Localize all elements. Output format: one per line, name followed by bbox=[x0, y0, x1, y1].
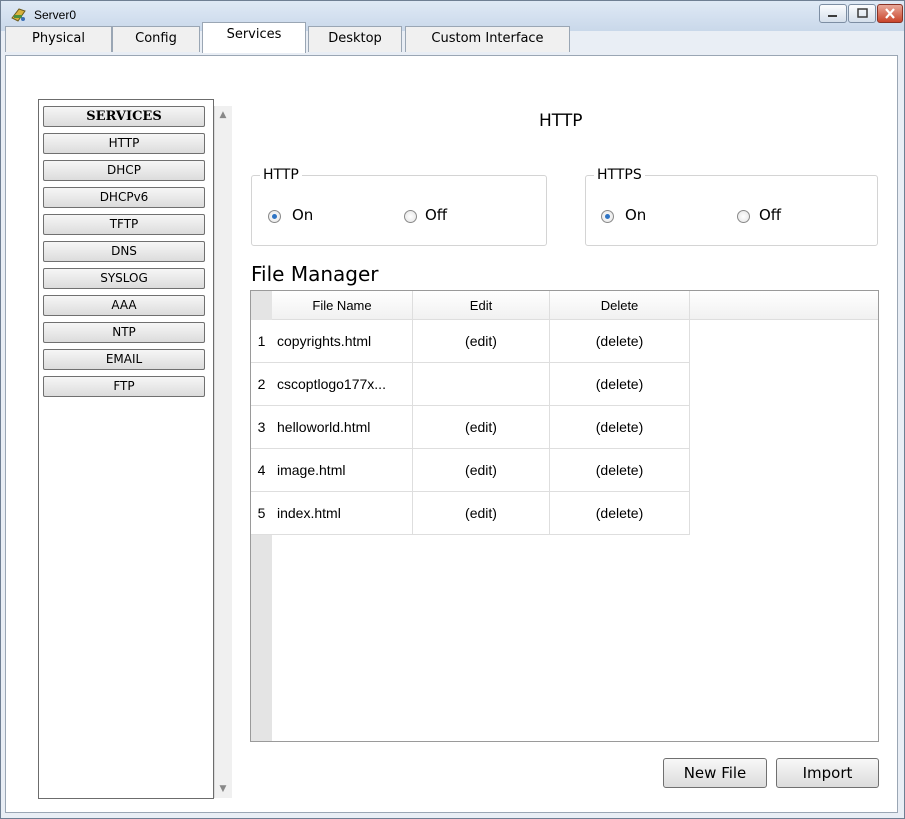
service-ftp-button[interactable]: FTP bbox=[43, 376, 205, 397]
http-on-radio[interactable] bbox=[268, 210, 281, 223]
service-dns-button[interactable]: DNS bbox=[43, 241, 205, 262]
edit-link[interactable]: (edit) bbox=[413, 492, 550, 535]
row-number: 3 bbox=[251, 406, 272, 449]
delete-link[interactable]: (delete) bbox=[550, 320, 690, 363]
service-dhcpv6-button[interactable]: DHCPv6 bbox=[43, 187, 205, 208]
https-off-radio[interactable] bbox=[737, 210, 750, 223]
http-off-label: Off bbox=[425, 206, 448, 224]
file-name-cell[interactable]: index.html bbox=[272, 492, 413, 535]
tab-config[interactable]: Config bbox=[112, 26, 200, 52]
delete-link[interactable]: (delete) bbox=[550, 492, 690, 535]
service-syslog-button[interactable]: SYSLOG bbox=[43, 268, 205, 289]
row-number: 2 bbox=[251, 363, 272, 406]
file-manager-table: File Name Edit Delete 1 copyrights.html … bbox=[250, 290, 879, 742]
file-name-cell[interactable]: cscoptlogo177x... bbox=[272, 363, 413, 406]
close-button[interactable] bbox=[877, 4, 903, 23]
service-heading: HTTP bbox=[539, 111, 583, 131]
http-on-label: On bbox=[292, 206, 314, 224]
tab-services[interactable]: Services bbox=[202, 22, 306, 53]
services-scrollbar[interactable]: ▲ ▼ bbox=[214, 106, 232, 798]
https-on-label: On bbox=[625, 206, 647, 224]
close-icon bbox=[885, 8, 895, 19]
tab-desktop[interactable]: Desktop bbox=[308, 26, 402, 52]
new-file-button[interactable]: New File bbox=[663, 758, 767, 788]
maximize-icon bbox=[857, 8, 868, 18]
scroll-up-icon[interactable]: ▲ bbox=[218, 110, 228, 120]
window-title: Server0 bbox=[34, 8, 77, 22]
services-list: SERVICES HTTP DHCP DHCPv6 TFTP DNS SYSLO… bbox=[38, 99, 214, 799]
https-group-title: HTTPS bbox=[594, 167, 645, 183]
tab-physical[interactable]: Physical bbox=[5, 26, 112, 52]
row-number: 4 bbox=[251, 449, 272, 492]
service-aaa-button[interactable]: AAA bbox=[43, 295, 205, 316]
delete-link[interactable]: (delete) bbox=[550, 449, 690, 492]
edit-link[interactable]: (edit) bbox=[413, 449, 550, 492]
file-name-cell[interactable]: image.html bbox=[272, 449, 413, 492]
column-header-edit[interactable]: Edit bbox=[413, 291, 550, 320]
delete-link[interactable]: (delete) bbox=[550, 363, 690, 406]
column-header-file-name[interactable]: File Name bbox=[272, 291, 413, 320]
import-button[interactable]: Import bbox=[776, 758, 879, 788]
file-name-cell[interactable]: helloworld.html bbox=[272, 406, 413, 449]
https-off-label: Off bbox=[759, 206, 782, 224]
minimize-icon bbox=[828, 15, 837, 17]
delete-link[interactable]: (delete) bbox=[550, 406, 690, 449]
edit-link[interactable]: (edit) bbox=[413, 320, 550, 363]
server-app-icon bbox=[11, 8, 26, 22]
edit-cell-empty bbox=[413, 363, 550, 406]
minimize-button[interactable] bbox=[819, 4, 847, 23]
service-email-button[interactable]: EMAIL bbox=[43, 349, 205, 370]
edit-link[interactable]: (edit) bbox=[413, 406, 550, 449]
scroll-down-icon[interactable]: ▼ bbox=[218, 784, 228, 794]
file-manager-title: File Manager bbox=[251, 262, 379, 286]
https-on-radio[interactable] bbox=[601, 210, 614, 223]
tab-custom-interface[interactable]: Custom Interface bbox=[405, 26, 570, 52]
service-tftp-button[interactable]: TFTP bbox=[43, 214, 205, 235]
http-off-radio[interactable] bbox=[404, 210, 417, 223]
file-name-cell[interactable]: copyrights.html bbox=[272, 320, 413, 363]
service-http-button[interactable]: HTTP bbox=[43, 133, 205, 154]
service-dhcp-button[interactable]: DHCP bbox=[43, 160, 205, 181]
row-number: 5 bbox=[251, 492, 272, 535]
column-header-delete[interactable]: Delete bbox=[550, 291, 690, 320]
services-header: SERVICES bbox=[43, 106, 205, 127]
row-number: 1 bbox=[251, 320, 272, 363]
service-ntp-button[interactable]: NTP bbox=[43, 322, 205, 343]
column-header-empty bbox=[690, 291, 878, 320]
server-window: Server0 Physical Config Services Desktop… bbox=[0, 0, 905, 819]
http-group-title: HTTP bbox=[260, 167, 302, 183]
maximize-button[interactable] bbox=[848, 4, 876, 23]
